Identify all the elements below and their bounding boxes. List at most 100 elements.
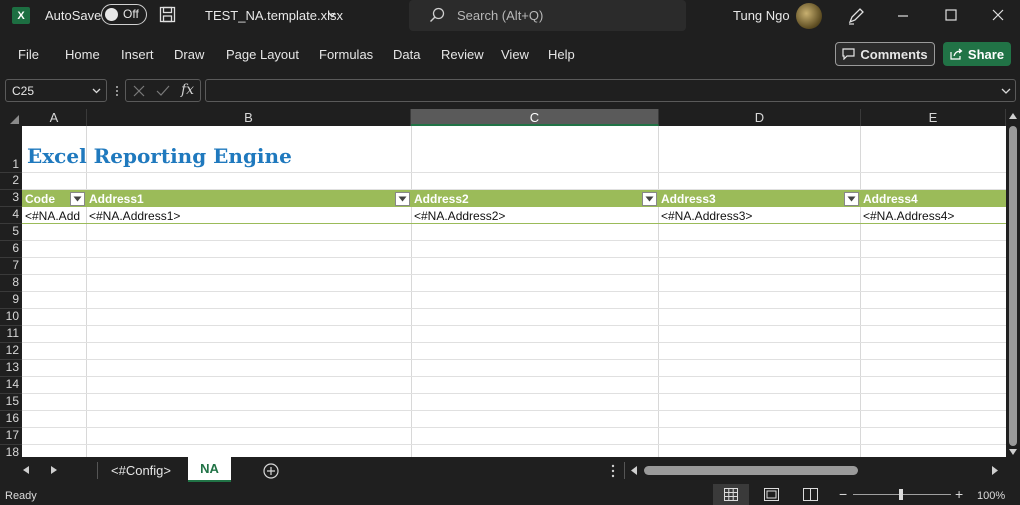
zoom-slider-thumb[interactable] xyxy=(899,489,903,500)
header-cell-code[interactable]: Code xyxy=(22,190,72,207)
name-box[interactable]: C25 xyxy=(5,79,107,102)
filter-dropdown-icon xyxy=(645,196,654,202)
formula-buttons: fx xyxy=(125,79,201,102)
pen-icon[interactable] xyxy=(846,6,866,26)
gridline xyxy=(22,427,1006,428)
column-header-c[interactable]: C xyxy=(411,109,659,126)
tab-data[interactable]: Data xyxy=(393,47,420,62)
expand-formula-icon[interactable] xyxy=(1001,88,1011,94)
tab-page-layout[interactable]: Page Layout xyxy=(226,47,299,62)
select-all-corner[interactable] xyxy=(0,109,22,126)
scroll-thumb[interactable] xyxy=(644,466,858,475)
gridline xyxy=(22,240,1006,241)
page-layout-icon[interactable] xyxy=(764,488,779,501)
cell-d4[interactable]: <#NA.Address3> xyxy=(658,207,858,224)
prev-sheet-icon[interactable] xyxy=(23,466,29,474)
scroll-thumb[interactable] xyxy=(1009,126,1017,446)
row-header-8[interactable]: 8 xyxy=(0,275,22,292)
close-icon[interactable] xyxy=(991,8,1005,22)
row-header-17[interactable]: 17 xyxy=(0,428,22,445)
row-header-2[interactable]: 2 xyxy=(0,173,22,190)
tab-file[interactable]: File xyxy=(18,47,39,62)
horizontal-scrollbar[interactable] xyxy=(628,462,1004,479)
minimize-icon[interactable] xyxy=(896,10,910,22)
user-name[interactable]: Tung Ngo xyxy=(733,8,790,23)
filter-button[interactable] xyxy=(395,192,410,206)
scroll-right-icon[interactable] xyxy=(992,466,998,475)
tab-formulas[interactable]: Formulas xyxy=(319,47,373,62)
header-cell-address3[interactable]: Address3 xyxy=(658,190,838,207)
vertical-scrollbar[interactable] xyxy=(1006,109,1020,457)
enter-icon[interactable] xyxy=(156,85,170,97)
column-header-b[interactable]: B xyxy=(87,109,411,126)
sheet-title[interactable]: Excel Reporting Engine xyxy=(27,144,292,168)
row-header-14[interactable]: 14 xyxy=(0,377,22,394)
zoom-level[interactable]: 100% xyxy=(977,490,1005,502)
header-cell-address1[interactable]: Address1 xyxy=(86,190,386,207)
column-header-a[interactable]: A xyxy=(22,109,87,126)
share-button[interactable]: Share xyxy=(943,42,1011,66)
row-header-13[interactable]: 13 xyxy=(0,360,22,377)
row-header-1[interactable]: 1 xyxy=(0,126,22,173)
comments-button[interactable]: Comments xyxy=(835,42,935,66)
avatar[interactable] xyxy=(796,3,822,29)
page-break-icon[interactable] xyxy=(803,488,818,501)
cell-c4[interactable]: <#NA.Address2> xyxy=(411,207,651,224)
header-cell-address2[interactable]: Address2 xyxy=(411,190,631,207)
scroll-up-icon[interactable] xyxy=(1009,113,1017,119)
tab-home[interactable]: Home xyxy=(65,47,100,62)
tab-review[interactable]: Review xyxy=(441,47,484,62)
cancel-icon[interactable] xyxy=(133,85,145,97)
zoom-out-button[interactable]: − xyxy=(839,486,847,502)
row-header-9[interactable]: 9 xyxy=(0,292,22,309)
search-icon xyxy=(430,7,445,22)
row-header-7[interactable]: 7 xyxy=(0,258,22,275)
normal-view-button[interactable] xyxy=(713,484,749,505)
row-header-16[interactable]: 16 xyxy=(0,411,22,428)
row-header-18[interactable]: 18 xyxy=(0,445,22,457)
file-name[interactable]: TEST_NA.template.xlsx xyxy=(205,8,343,23)
filter-button[interactable] xyxy=(642,192,657,206)
filter-button[interactable] xyxy=(844,192,859,206)
maximize-icon[interactable] xyxy=(944,8,958,22)
filter-button[interactable] xyxy=(70,192,85,206)
column-header-d[interactable]: D xyxy=(659,109,861,126)
header-cell-address4[interactable]: Address4 xyxy=(860,190,1000,207)
search-box[interactable]: Search (Alt+Q) xyxy=(409,0,686,31)
cell-a4[interactable]: <#NA.Add xyxy=(22,207,86,224)
more-options-icon[interactable] xyxy=(611,464,615,478)
formula-input[interactable] xyxy=(205,79,1016,102)
row-header-12[interactable]: 12 xyxy=(0,343,22,360)
next-sheet-icon[interactable] xyxy=(51,466,57,474)
worksheet-grid[interactable]: A B C D E 1 2 3 4 5 6 7 8 9 10 11 12 13 … xyxy=(0,109,1006,457)
gridline xyxy=(22,308,1006,309)
scroll-left-icon[interactable] xyxy=(631,466,637,475)
scroll-down-icon[interactable] xyxy=(1009,449,1017,455)
tab-view[interactable]: View xyxy=(501,47,529,62)
autosave-toggle[interactable]: Off xyxy=(101,4,147,25)
chevron-down-icon[interactable] xyxy=(328,12,336,18)
add-sheet-icon[interactable] xyxy=(263,463,279,479)
zoom-in-button[interactable]: + xyxy=(955,486,963,502)
sheet-tab-config[interactable]: <#Config> xyxy=(111,463,171,483)
row-header-5[interactable]: 5 xyxy=(0,224,22,241)
gridline xyxy=(22,342,1006,343)
tab-draw[interactable]: Draw xyxy=(174,47,204,62)
cell-b4[interactable]: <#NA.Address1> xyxy=(86,207,406,224)
save-icon[interactable] xyxy=(159,6,176,23)
column-header-e[interactable]: E xyxy=(861,109,1006,126)
row-header-11[interactable]: 11 xyxy=(0,326,22,343)
cell-e4[interactable]: <#NA.Address4> xyxy=(860,207,1000,224)
row-header-6[interactable]: 6 xyxy=(0,241,22,258)
gridline xyxy=(22,359,1006,360)
tab-help[interactable]: Help xyxy=(548,47,575,62)
row-header-4[interactable]: 4 xyxy=(0,207,22,224)
more-options-icon[interactable] xyxy=(115,84,119,98)
sheet-tab-na[interactable]: NA xyxy=(188,457,231,482)
insert-function-icon[interactable]: fx xyxy=(181,82,194,98)
row-header-3[interactable]: 3 xyxy=(0,190,22,207)
row-header-15[interactable]: 15 xyxy=(0,394,22,411)
tab-insert[interactable]: Insert xyxy=(121,47,154,62)
chevron-down-icon[interactable] xyxy=(92,88,101,94)
row-header-10[interactable]: 10 xyxy=(0,309,22,326)
